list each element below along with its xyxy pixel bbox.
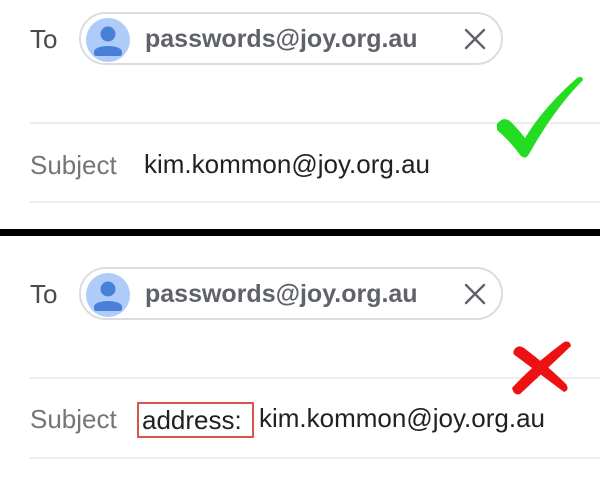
example-correct: To passwords@joy.org.au Subject kim.komm… bbox=[0, 0, 600, 229]
recipient-email: passwords@joy.org.au bbox=[145, 25, 418, 53]
avatar-icon bbox=[86, 273, 130, 317]
recipient-chip[interactable]: passwords@joy.org.au bbox=[79, 12, 503, 65]
comparison-screenshot: To passwords@joy.org.au Subject kim.komm… bbox=[0, 0, 600, 480]
recipient-email: passwords@joy.org.au bbox=[145, 280, 418, 308]
subject-prefix: address: bbox=[142, 405, 242, 435]
section-divider bbox=[0, 229, 600, 236]
field-separator bbox=[30, 457, 600, 459]
subject-input[interactable]: kim.kommon@joy.org.au bbox=[144, 148, 430, 180]
recipient-chip[interactable]: passwords@joy.org.au bbox=[79, 267, 503, 320]
cross-icon bbox=[512, 341, 571, 395]
avatar-icon bbox=[86, 18, 130, 62]
check-icon bbox=[497, 76, 583, 158]
subject-input[interactable]: kim.kommon@joy.org.au bbox=[259, 402, 545, 434]
to-label: To bbox=[30, 24, 58, 54]
field-separator bbox=[30, 201, 600, 203]
subject-label: Subject bbox=[30, 404, 117, 434]
close-icon[interactable] bbox=[463, 27, 487, 51]
close-icon[interactable] bbox=[463, 282, 487, 306]
to-label: To bbox=[30, 279, 58, 309]
subject-label: Subject bbox=[30, 150, 117, 180]
example-incorrect: To passwords@joy.org.au Subject address:… bbox=[0, 236, 600, 480]
